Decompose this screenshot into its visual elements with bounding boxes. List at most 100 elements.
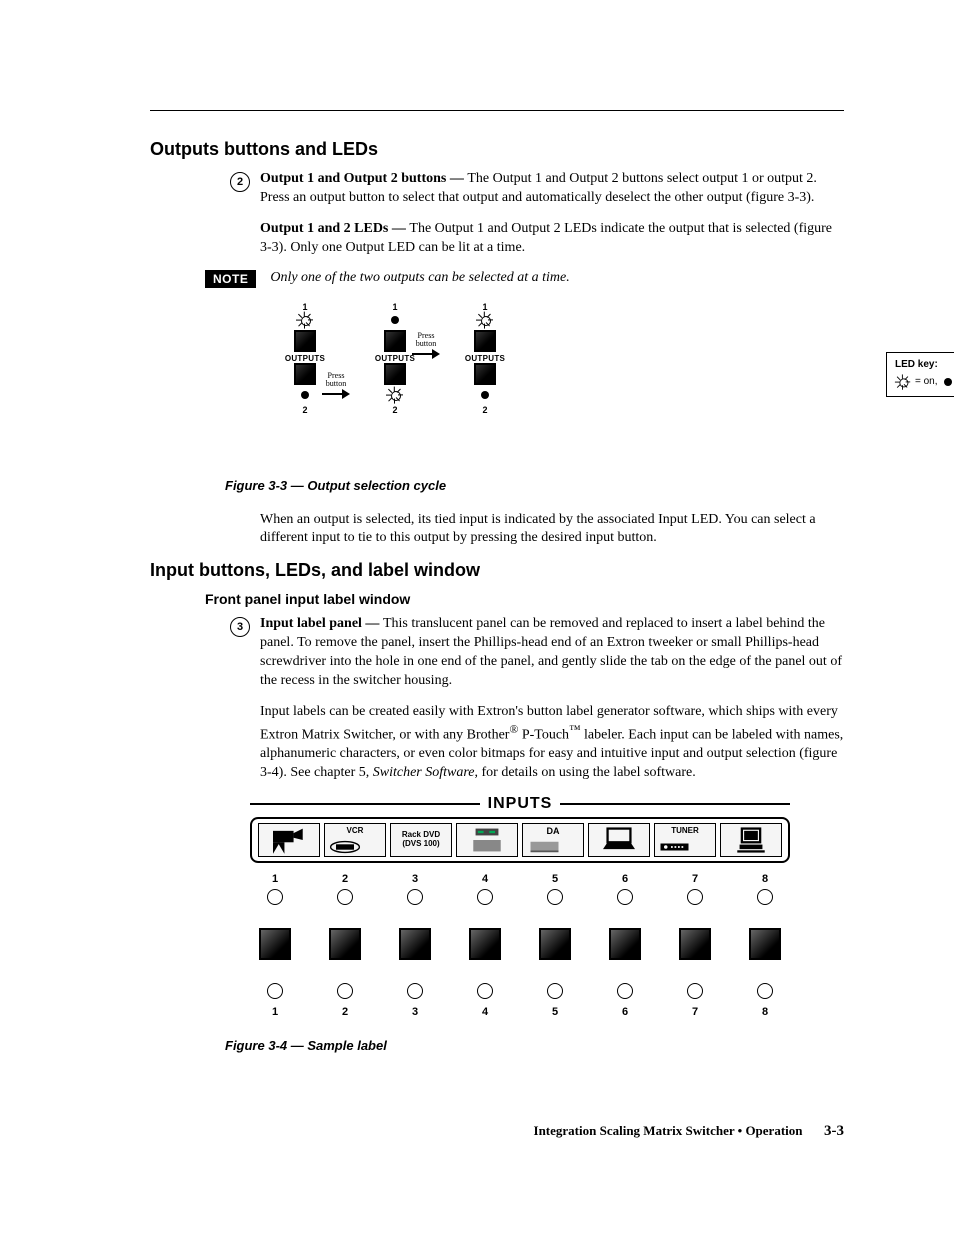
col1-top-num: 1: [270, 302, 340, 312]
label-cell-7: TUNER: [654, 823, 716, 857]
led-circle-icon: [337, 889, 353, 905]
title-line-left: [250, 803, 480, 805]
text-3b-d: , for details on using the label softwar…: [475, 765, 696, 780]
led-circle-icon: [757, 983, 773, 999]
led-key-on-text: = on,: [915, 376, 938, 387]
heading-inputs: Input buttons, LEDs, and label window: [150, 560, 844, 581]
label-cell-4: [456, 823, 518, 857]
num-bot-2: 2: [320, 1006, 370, 1018]
led-key-box: LED key: = on, = off: [886, 352, 954, 397]
led-key-title: LED key:: [895, 359, 954, 370]
num-top-4: 4: [460, 873, 510, 885]
top-rule: [150, 110, 844, 111]
led-circle-icon: [337, 983, 353, 999]
button-icon: [384, 363, 406, 385]
led-circle-icon: [547, 889, 563, 905]
panel-button-icon: [679, 928, 711, 960]
top-numbers-row: 1 2 3 4 5 6 7 8: [250, 873, 790, 908]
figure-3-4: INPUTS VCR Rack DVD (DVS 100) DA: [250, 795, 790, 1022]
num-top-2: 2: [320, 873, 370, 885]
led-circle-icon: [617, 889, 633, 905]
para-label-generator: Input labels can be created easily with …: [260, 703, 844, 783]
figure-3-3: 1 OUTPUTS 2 Press button 1: [270, 302, 844, 462]
led-circle-icon: [477, 983, 493, 999]
para-output-buttons: Output 1 and Output 2 buttons — The Outp…: [260, 170, 844, 208]
label-cell-8: [720, 823, 782, 857]
panel-button-icon: [259, 928, 291, 960]
num-bot-1: 1: [250, 1006, 300, 1018]
arrow-right-icon: [412, 349, 440, 359]
col2-bottom-num: 2: [360, 405, 430, 415]
computer-icon: [721, 824, 781, 856]
label-cell-1: [258, 823, 320, 857]
num-bot-4: 4: [460, 1006, 510, 1018]
bottom-row: 1 2 3 4 5 6 7 8: [250, 983, 790, 1022]
panel-button-icon: [399, 928, 431, 960]
figure-3-4-caption: Figure 3-4 — Sample label: [225, 1038, 844, 1053]
led-circle-icon: [687, 889, 703, 905]
camera-icon: [259, 824, 319, 856]
vcr-icon: [327, 838, 363, 856]
col3-top-num: 1: [450, 302, 520, 312]
footer-text: Integration Scaling Matrix Switcher • Op…: [534, 1123, 803, 1138]
num-top-6: 6: [600, 873, 650, 885]
callout-2: 2: [230, 172, 250, 192]
outputs-label-3: OUTPUTS: [450, 354, 520, 363]
num-top-3: 3: [390, 873, 440, 885]
button-icon: [294, 363, 316, 385]
col2-top-num: 1: [360, 302, 430, 312]
num-top-7: 7: [670, 873, 720, 885]
led-on-icon: [477, 312, 493, 328]
panel-button-icon: [749, 928, 781, 960]
panel-button-icon: [609, 928, 641, 960]
press-button-label-1: Press button: [322, 372, 350, 404]
bold-output-leds: Output 1 and 2 LEDs —: [260, 221, 409, 236]
led-circle-icon: [407, 983, 423, 999]
buttons-row: [250, 918, 790, 973]
note-badge: NOTE: [205, 270, 256, 288]
num-top-8: 8: [740, 873, 790, 885]
italic-switcher-software: Switcher Software: [373, 765, 475, 780]
label-strip: VCR Rack DVD (DVS 100) DA TUNER: [250, 817, 790, 863]
led-off-icon: [481, 391, 489, 399]
led-circle-icon: [267, 983, 283, 999]
registered-mark: ®: [509, 723, 518, 736]
panel-button-icon: [329, 928, 361, 960]
title-line-right: [560, 803, 790, 805]
num-bot-5: 5: [530, 1006, 580, 1018]
text-3b-b: P-Touch: [518, 727, 569, 742]
led-off-icon: [391, 316, 399, 324]
led-circle-icon: [757, 889, 773, 905]
outputs-label-1: OUTPUTS: [270, 354, 340, 363]
button-icon: [384, 330, 406, 352]
num-bot-8: 8: [740, 1006, 790, 1018]
callout-3: 3: [230, 617, 250, 637]
da-icon: [527, 840, 562, 854]
note-text: Only one of the two outputs can be selec…: [270, 270, 569, 286]
press-button-label-2: Press button: [412, 332, 440, 364]
figure-3-3-caption: Figure 3-3 — Output selection cycle: [225, 478, 844, 493]
led-circle-icon: [267, 889, 283, 905]
footer-page-number: 3-3: [824, 1123, 844, 1139]
panel-button-icon: [539, 928, 571, 960]
arrow-right-icon: [322, 389, 350, 399]
subhead-front-panel: Front panel input label window: [205, 591, 844, 607]
num-top-5: 5: [530, 873, 580, 885]
led-circle-icon: [687, 983, 703, 999]
led-on-icon: [387, 387, 403, 403]
led-on-icon: [297, 312, 313, 328]
label-cell-5: DA: [522, 823, 584, 857]
led-on-icon: [896, 374, 910, 388]
led-circle-icon: [547, 983, 563, 999]
led-off-icon: [301, 391, 309, 399]
button-icon: [294, 330, 316, 352]
led-circle-icon: [617, 983, 633, 999]
panel-button-icon: [469, 928, 501, 960]
tuner-icon: [657, 840, 692, 854]
num-bot-3: 3: [390, 1006, 440, 1018]
num-bot-6: 6: [600, 1006, 650, 1018]
led-off-icon: [944, 378, 952, 386]
para-after-fig33: When an output is selected, its tied inp…: [260, 511, 844, 549]
label-cell-2: VCR: [324, 823, 386, 857]
para-input-label-panel: Input label panel — This translucent pan…: [260, 615, 844, 691]
